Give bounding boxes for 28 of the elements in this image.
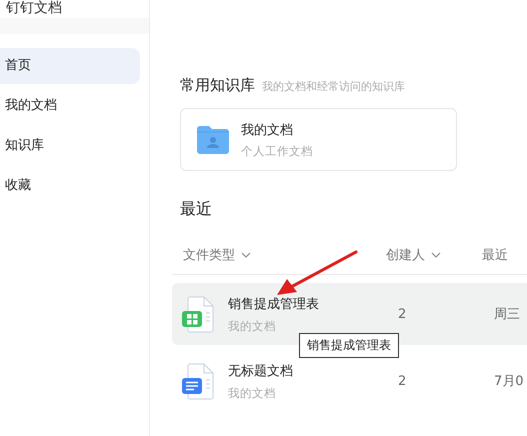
chevron-down-icon <box>241 252 251 258</box>
creator-cell-text: 2 <box>397 374 408 388</box>
tooltip: 销售提成管理表 <box>299 333 399 358</box>
column-header[interactable]: 创建人 <box>386 246 482 264</box>
card-title: 我的文档 <box>241 122 294 138</box>
section-title: 常用知识库 <box>180 76 255 95</box>
knowledge-base-card[interactable]: 我的文档 个人工作文档 <box>180 108 457 171</box>
folder-person-icon <box>197 126 229 154</box>
date-cell-text: 7月0 <box>493 373 525 390</box>
file-location: 我的文档 <box>228 318 277 334</box>
app-title: 钉钉文档 <box>5 0 63 17</box>
document-file-icon <box>182 362 214 400</box>
sidebar-item[interactable]: 知识库 <box>0 128 140 164</box>
sidebar-item[interactable]: 收藏 <box>0 168 140 204</box>
chevron-down-icon <box>431 252 441 258</box>
spreadsheet-file-icon <box>182 296 214 332</box>
section-subtitle: 我的文档和经常访问的知识库 <box>262 79 405 94</box>
file-name: 销售提成管理表 <box>228 296 320 312</box>
column-header[interactable]: 文件类型 <box>183 246 386 264</box>
file-location: 我的文档 <box>228 386 277 400</box>
creator-cell-text: 2 <box>397 306 408 322</box>
date-cell-text: 周三 <box>493 306 521 323</box>
section-title: 最近 <box>180 199 213 220</box>
card-description: 个人工作文档 <box>241 144 313 158</box>
column-header[interactable]: 最近 <box>482 246 527 264</box>
file-name: 无标题文档 <box>228 362 294 380</box>
sidebar-item[interactable]: 首页 <box>0 48 140 84</box>
sidebar-item[interactable]: 我的文档 <box>0 88 140 124</box>
